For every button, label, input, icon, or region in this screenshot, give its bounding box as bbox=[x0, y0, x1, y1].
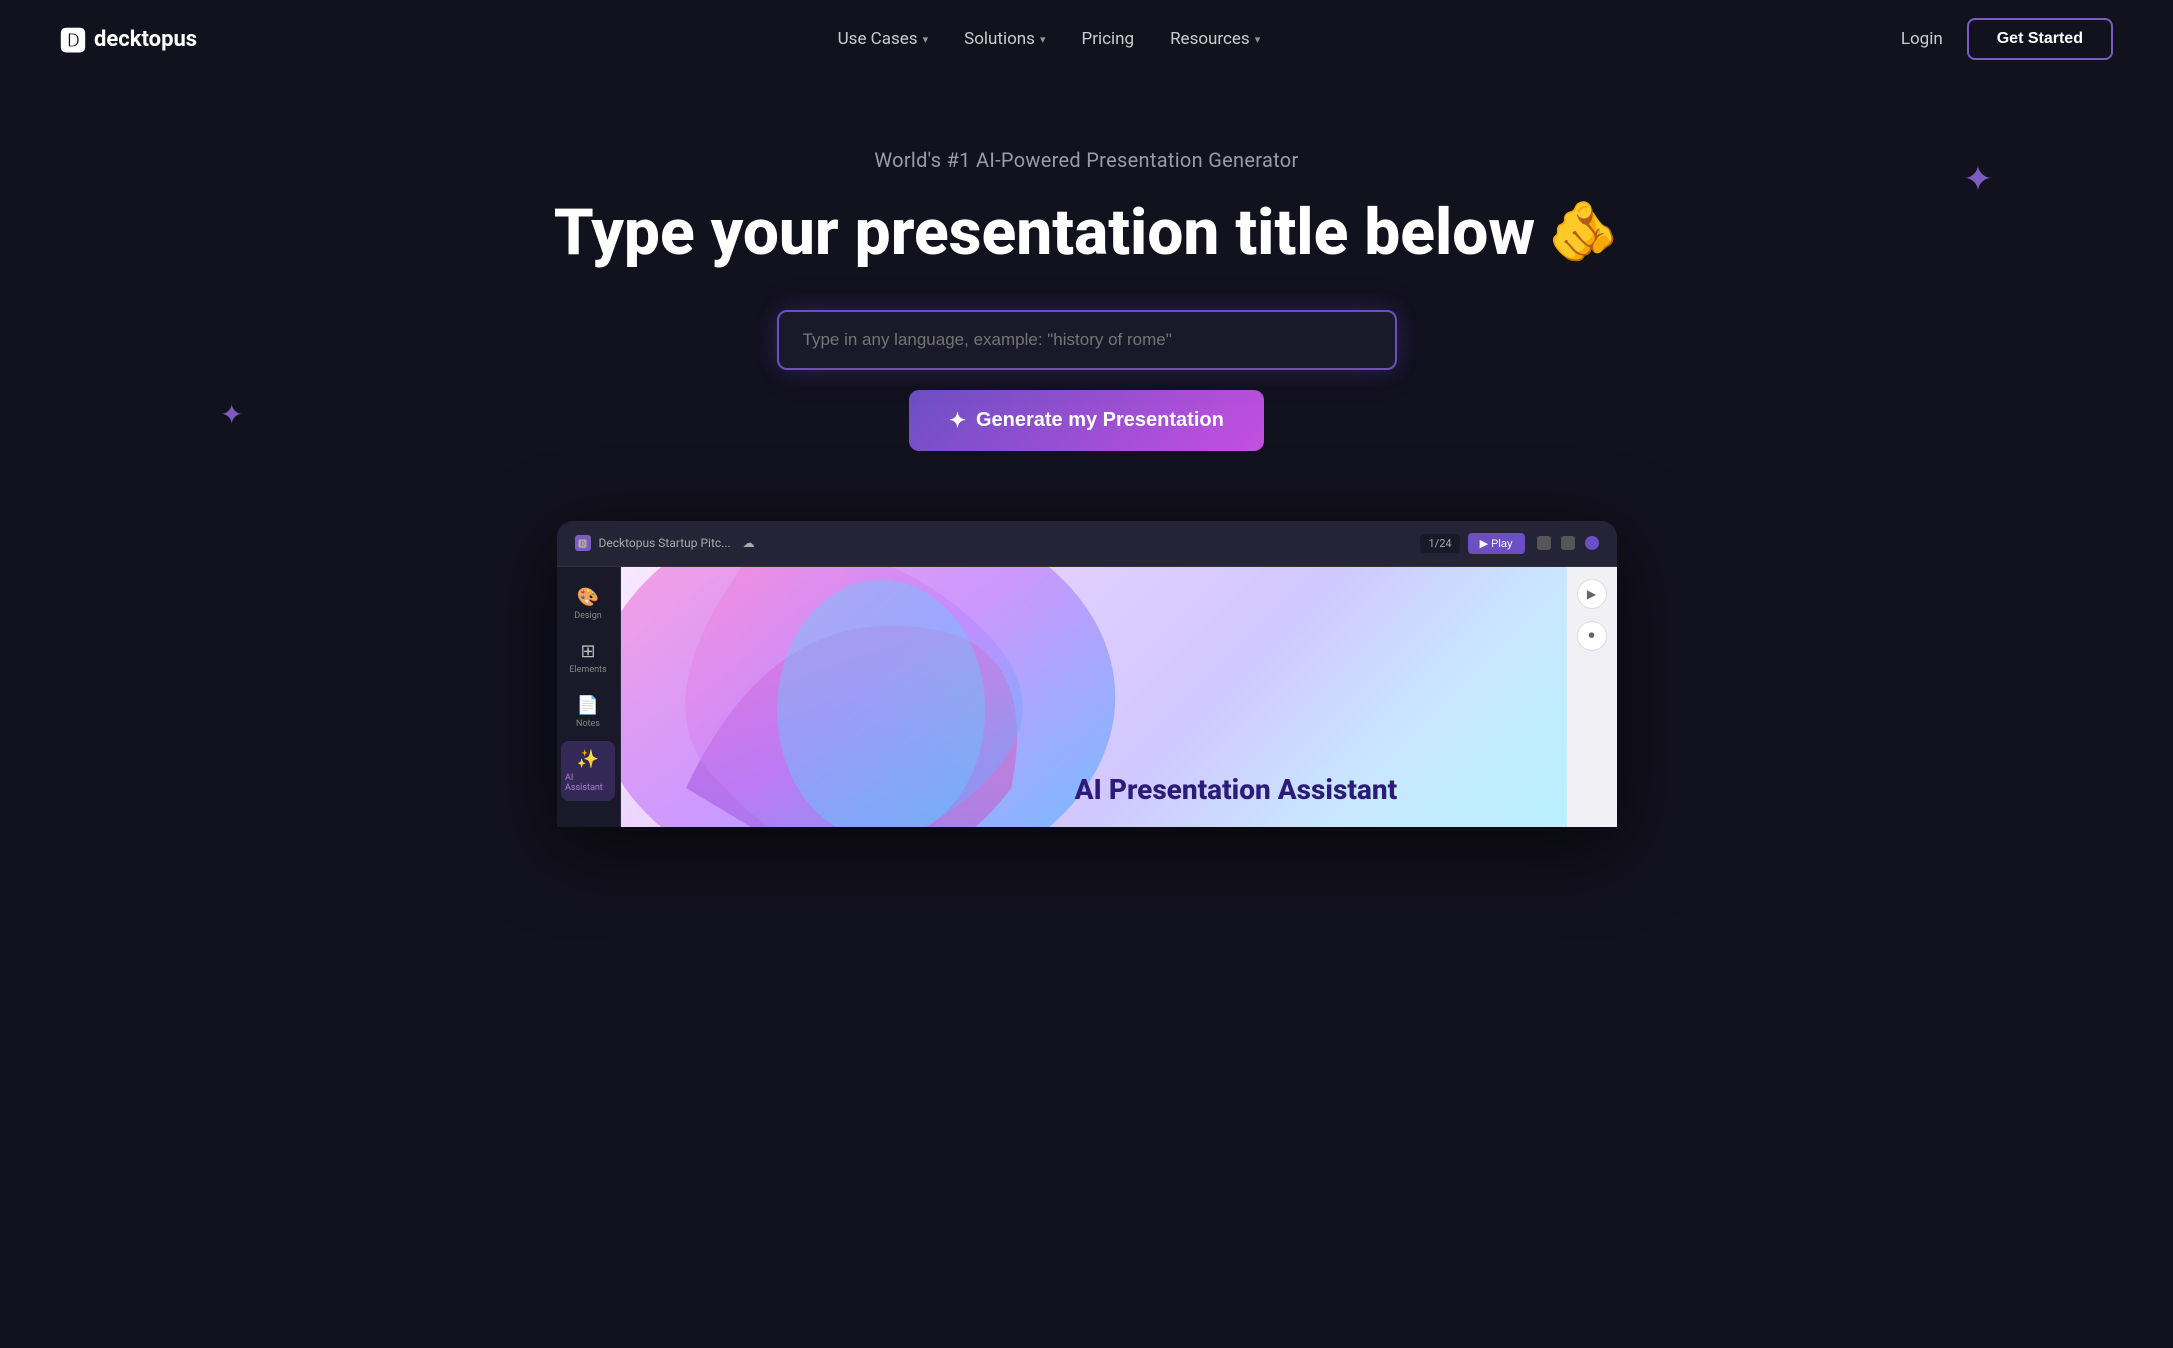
sidebar-tools: 🎨 Design ⊞ Elements 📄 Notes ✨ AI Assista… bbox=[557, 567, 621, 827]
hero-section: ✦ ✦ ✦ World's #1 AI-Powered Presentation… bbox=[0, 78, 2173, 491]
slide-canvas: AI Presentation Assistant bbox=[621, 567, 1567, 827]
slide-area: 🎨 Design ⊞ Elements 📄 Notes ✨ AI Assista… bbox=[557, 567, 1617, 827]
logo-text: decktopus bbox=[94, 27, 197, 52]
record-slide-button[interactable]: ⏺ bbox=[1577, 621, 1607, 651]
nav-item-solutions[interactable]: Solutions ▾ bbox=[964, 29, 1045, 49]
slide-text-content: AI Presentation Assistant bbox=[1075, 773, 1537, 807]
search-container: ✦ Generate my Presentation bbox=[20, 310, 2153, 451]
browser-title: 🅳 Decktopus Startup Pitc... ☁ bbox=[575, 535, 1409, 551]
hero-title-text: Type your presentation title below bbox=[554, 196, 1535, 270]
search-input-wrapper bbox=[777, 310, 1397, 370]
hero-title: Type your presentation title below 🫵 bbox=[20, 196, 2153, 270]
page-counter: 1/24 bbox=[1420, 534, 1459, 553]
play-slide-button[interactable]: ▶ bbox=[1577, 579, 1607, 609]
cloud-icon: ☁ bbox=[743, 536, 755, 550]
elements-label: Elements bbox=[569, 665, 606, 675]
sparkle-icon: ✦ bbox=[949, 408, 966, 433]
browser-icon-settings bbox=[1561, 536, 1575, 550]
nav-link-label: Use Cases bbox=[838, 29, 918, 49]
browser-bar: 🅳 Decktopus Startup Pitc... ☁ 1/24 ▶ Pla… bbox=[557, 521, 1617, 567]
chevron-down-icon: ▾ bbox=[1255, 33, 1261, 46]
nav-item-resources[interactable]: Resources ▾ bbox=[1170, 29, 1260, 49]
browser-controls: 1/24 ▶ Play bbox=[1420, 533, 1524, 554]
browser-tab-title: Decktopus Startup Pitc... bbox=[599, 536, 731, 550]
elements-icon: ⊞ bbox=[580, 641, 595, 662]
browser-dot-avatar bbox=[1585, 536, 1599, 550]
abstract-shape bbox=[621, 567, 1141, 827]
nav-link-label: Resources bbox=[1170, 29, 1250, 49]
slide-main-title: AI Presentation Assistant bbox=[1075, 773, 1537, 807]
main-nav: 🅳 decktopus Use Cases ▾ Solutions ▾ Pric… bbox=[0, 0, 2173, 78]
ai-icon: ✨ bbox=[577, 749, 599, 770]
design-label: Design bbox=[574, 611, 602, 621]
logo-icon: 🅳 bbox=[60, 21, 86, 58]
tool-ai-assistant[interactable]: ✨ AI Assistant bbox=[561, 741, 615, 801]
chevron-down-icon: ▾ bbox=[1040, 33, 1046, 46]
ai-label: AI Assistant bbox=[565, 773, 611, 793]
play-button-label: ▶ Play bbox=[1480, 537, 1513, 550]
get-started-button[interactable]: Get Started bbox=[1967, 18, 2113, 60]
generate-button-label: Generate my Presentation bbox=[976, 409, 1224, 432]
nav-links: Use Cases ▾ Solutions ▾ Pricing Resource… bbox=[838, 29, 1261, 49]
logo[interactable]: 🅳 decktopus bbox=[60, 21, 197, 58]
nav-link-label: Pricing bbox=[1081, 29, 1134, 49]
play-button[interactable]: ▶ Play bbox=[1468, 533, 1525, 554]
generate-button[interactable]: ✦ Generate my Presentation bbox=[909, 390, 1264, 451]
hand-emoji: 🫵 bbox=[1547, 199, 1619, 266]
chevron-down-icon: ▾ bbox=[923, 33, 929, 46]
design-icon: 🎨 bbox=[577, 587, 599, 608]
preview-section: 🅳 Decktopus Startup Pitc... ☁ 1/24 ▶ Pla… bbox=[0, 491, 2173, 827]
notes-label: Notes bbox=[576, 719, 600, 729]
browser-icons bbox=[1537, 536, 1599, 550]
presentation-title-input[interactable] bbox=[777, 310, 1397, 370]
browser-icon-bell bbox=[1537, 536, 1551, 550]
browser-window: 🅳 Decktopus Startup Pitc... ☁ 1/24 ▶ Pla… bbox=[557, 521, 1617, 827]
nav-item-pricing[interactable]: Pricing bbox=[1081, 29, 1134, 49]
browser-tab-icon: 🅳 bbox=[575, 535, 591, 551]
notes-icon: 📄 bbox=[577, 695, 599, 716]
tool-design[interactable]: 🎨 Design bbox=[561, 579, 615, 629]
star-decoration-top-right: ✦ bbox=[1963, 158, 1993, 200]
login-link[interactable]: Login bbox=[1901, 29, 1943, 49]
nav-link-label: Solutions bbox=[964, 29, 1035, 49]
tool-notes[interactable]: 📄 Notes bbox=[561, 687, 615, 737]
nav-item-use-cases[interactable]: Use Cases ▾ bbox=[838, 29, 928, 49]
hero-subtitle: World's #1 AI-Powered Presentation Gener… bbox=[20, 148, 2153, 172]
nav-right: Login Get Started bbox=[1901, 18, 2113, 60]
slide-controls: ▶ ⏺ bbox=[1567, 567, 1617, 827]
tool-elements[interactable]: ⊞ Elements bbox=[561, 633, 615, 683]
